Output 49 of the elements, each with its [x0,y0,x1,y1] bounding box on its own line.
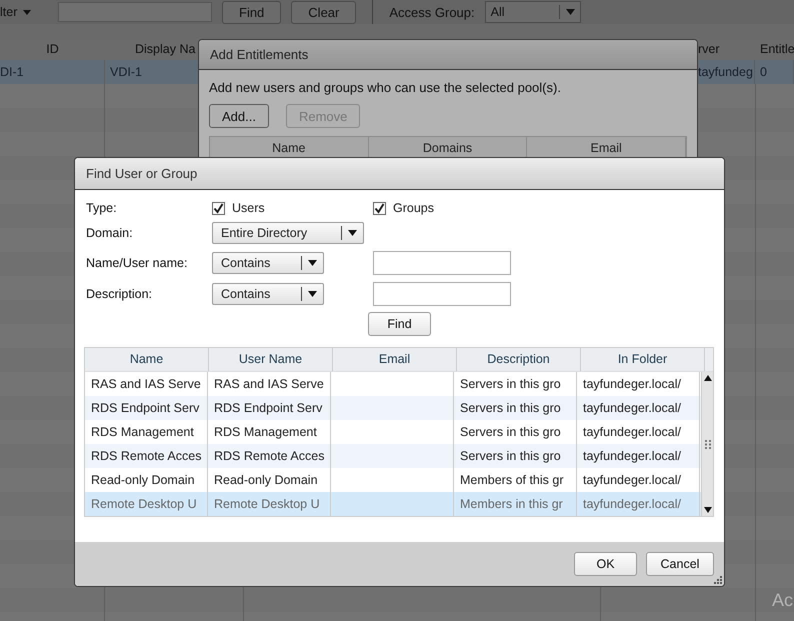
activation-notice: Ac [772,590,794,611]
access-group-dropdown[interactable]: All [484,1,581,23]
checkbox[interactable] [212,202,225,214]
caret-icon[interactable] [348,230,357,236]
find-button[interactable]: Find [222,0,282,24]
name-label: Name/User name: [86,256,188,270]
filter-field[interactable] [58,2,212,22]
caret-icon [23,10,32,14]
scrollbar[interactable] [701,372,713,516]
column-header[interactable]: Description [457,348,581,371]
add-button[interactable]: Add... [209,104,269,128]
description-label: Description: [86,287,153,301]
name-field[interactable] [373,251,511,275]
table-row[interactable]: Remote Desktop U Remote Desktop U Members in this gr tayfundeger.local/ [85,492,701,516]
match-dropdown[interactable]: Contains [212,283,324,305]
type-label: Type: [86,201,118,215]
column-header[interactable]: User Name [209,348,333,371]
checkbox-label[interactable]: Users [232,201,265,215]
dialog-title: Add Entitlements [199,40,697,70]
checkbox[interactable] [373,202,386,214]
table-cell: Members in this gr [454,492,577,516]
column-header[interactable]: Name [85,348,209,371]
caret-icon[interactable] [308,260,317,266]
ok-button[interactable]: OK [574,552,637,576]
column-header[interactable]: Entitle [755,42,794,56]
access-group-label: Access Group: [389,4,475,20]
find-button[interactable]: Find [368,312,431,336]
match-dropdown[interactable]: Contains [212,252,324,274]
clear-button[interactable]: Clear [291,0,356,24]
scroll-up-icon[interactable] [704,375,712,381]
column-header[interactable]: rver [698,42,755,56]
table-row[interactable]: RDS Endpoint Serv RDS Endpoint Serv Servers in this gro tayfundeger.local/ [85,396,701,420]
column-header[interactable]: Email [333,348,457,371]
checkbox-label[interactable]: Groups [393,201,434,215]
domain-label: Domain: [86,226,134,240]
cancel-button[interactable]: Cancel [646,552,714,576]
dialog-title: Find User or Group [75,158,724,190]
domain-dropdown[interactable]: Entire Directory [212,222,364,244]
grip-icon[interactable] [704,440,710,448]
table-cell: Remote Desktop U [208,492,331,516]
resize-grip-icon[interactable] [714,576,722,584]
table-cell: tayfundeger.local/ [577,492,700,516]
table-row[interactable]: RDS Remote Acces RDS Remote Acces Servers in this gro tayfundeger.local/ [85,444,701,468]
column-header[interactable]: ID [0,42,105,56]
caret-icon[interactable] [308,291,317,297]
column-header[interactable]: In Folder [581,348,705,371]
scroll-down-icon[interactable] [704,507,712,513]
description-field[interactable] [373,282,511,306]
table-cell: Remote Desktop U [85,492,208,516]
